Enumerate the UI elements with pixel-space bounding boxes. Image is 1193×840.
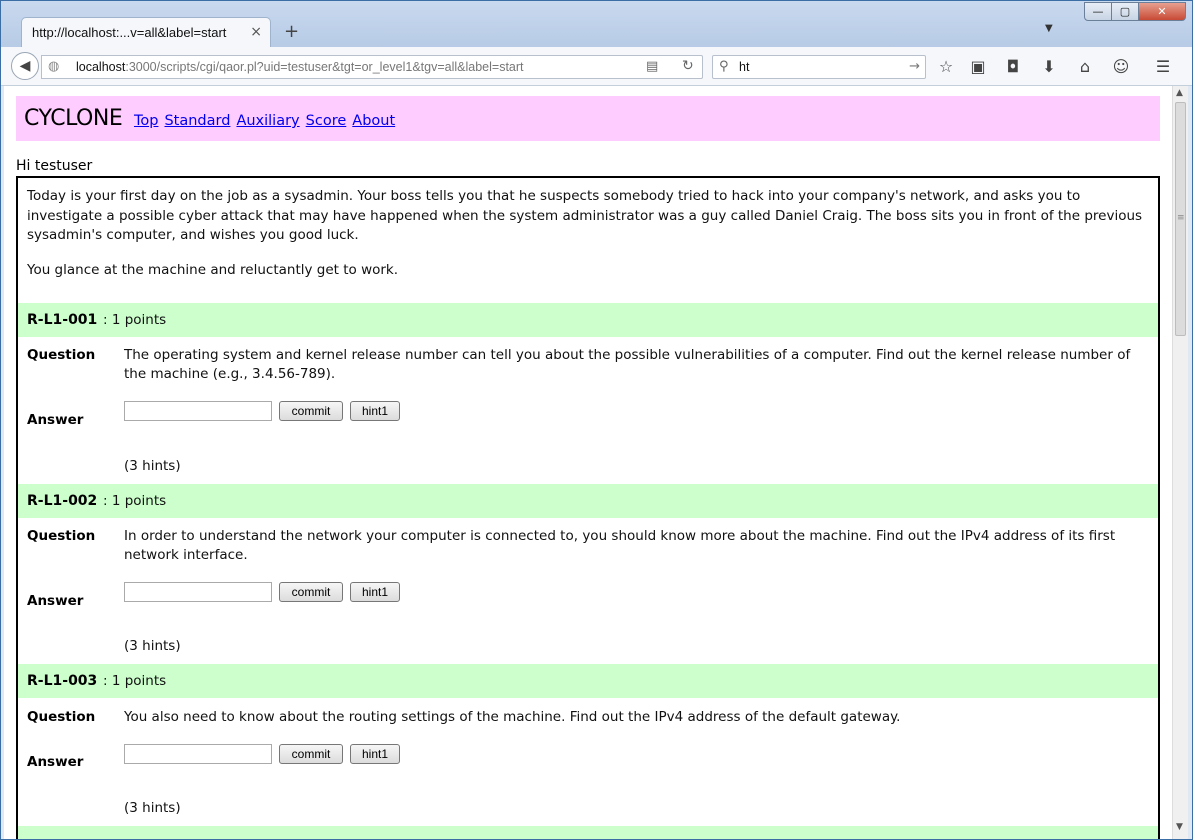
grip-icon: ≡ (1177, 213, 1185, 223)
close-tab-icon[interactable]: × (250, 24, 262, 40)
question-points: : 1 points (103, 312, 167, 328)
maximize-button[interactable]: ▢ (1111, 2, 1139, 21)
new-tab-icon[interactable]: + (284, 21, 299, 42)
hints-count: (3 hints) (124, 638, 181, 654)
url-bar[interactable]: ◍ localhost:3000/scripts/cgi/qaor.pl?uid… (41, 55, 703, 79)
question-id: R-L1-001 (27, 312, 98, 328)
vertical-scrollbar[interactable]: ▲ ≡ ▼ (1172, 86, 1188, 839)
hints-count: (3 hints) (124, 458, 181, 474)
page-content: CYCLONE Top Standard Auxiliary Score About H… (4, 86, 1172, 839)
site-nav: Top Standard Auxiliary Score About (134, 113, 401, 129)
hint-button[interactable]: hint1 (350, 744, 400, 764)
site-header: CYCLONE Top Standard Auxiliary Score About (16, 96, 1160, 141)
intro-text-2: You glance at the machine and reluctantl… (27, 262, 399, 278)
globe-icon: ◍ (48, 59, 60, 74)
search-bar[interactable]: ⚲ ht → (712, 55, 926, 79)
smiley-icon[interactable]: ☺ (1110, 57, 1132, 76)
question-header: R-L1-002 : 1 points (18, 484, 1158, 518)
download-icon[interactable]: ⬇ (1038, 57, 1060, 76)
hint-button[interactable]: hint1 (350, 401, 400, 421)
question-id: R-L1-002 (27, 493, 98, 509)
challenge-panel: Today is your first day on the job as a … (16, 176, 1160, 839)
answer-input[interactable] (124, 582, 272, 602)
nav-link-score[interactable]: Score (306, 113, 347, 129)
question-points: : 1 points (103, 493, 167, 509)
reader-icon[interactable]: ▤ (646, 59, 658, 74)
scrollbar-thumb[interactable]: ≡ (1175, 102, 1186, 336)
answer-input[interactable] (124, 401, 272, 421)
answer-input[interactable] (124, 744, 272, 764)
tab-title: http://localhost:...v=all&label=start (32, 25, 227, 40)
search-input[interactable]: ht (739, 60, 749, 74)
reload-icon[interactable]: ↻ (682, 58, 694, 74)
pocket-icon[interactable]: ◘ (1002, 57, 1024, 76)
answer-label: Answer (27, 593, 84, 609)
close-window-button[interactable]: ✕ (1138, 2, 1186, 21)
question-label: Question (27, 709, 96, 725)
question-points: : 1 points (103, 673, 167, 689)
navigation-toolbar: ◀ ◍ localhost:3000/scripts/cgi/qaor.pl?u… (1, 47, 1192, 86)
nav-link-auxiliary[interactable]: Auxiliary (236, 113, 299, 129)
commit-button[interactable]: commit (279, 582, 343, 602)
commit-button[interactable]: commit (279, 401, 343, 421)
tabs-dropdown-icon[interactable]: ▼ (1045, 23, 1053, 34)
site-brand: CYCLONE (24, 106, 123, 131)
reading-list-icon[interactable]: ▣ (967, 57, 989, 76)
back-arrow-icon: ◀ (19, 58, 31, 74)
question-header: R-L1-003 : 1 points (18, 664, 1158, 698)
nav-link-about[interactable]: About (352, 113, 395, 129)
back-button[interactable]: ◀ (11, 52, 39, 80)
url-text: localhost:3000/scripts/cgi/qaor.pl?uid=t… (76, 60, 524, 74)
answer-label: Answer (27, 754, 84, 770)
bookmark-star-icon[interactable]: ☆ (935, 57, 957, 76)
nav-link-top[interactable]: Top (134, 113, 158, 129)
question-text: In order to understand the network your … (124, 528, 1116, 563)
search-icon: ⚲ (719, 59, 729, 74)
greeting: Hi testuser (16, 158, 93, 174)
commit-button[interactable]: commit (279, 744, 343, 764)
title-bar: http://localhost:...v=all&label=start × … (1, 1, 1192, 48)
question-label: Question (27, 528, 96, 544)
search-go-icon[interactable]: → (909, 59, 920, 74)
question-header: R-L1-001 : 1 points (18, 303, 1158, 337)
hint-button[interactable]: hint1 (350, 582, 400, 602)
menu-icon[interactable]: ☰ (1152, 57, 1174, 76)
home-icon[interactable]: ⌂ (1074, 57, 1096, 76)
intro-text: Today is your first day on the job as a … (27, 188, 1143, 243)
question-label: Question (27, 347, 96, 363)
browser-tab[interactable]: http://localhost:...v=all&label=start × (21, 17, 271, 48)
scroll-down-icon[interactable]: ▼ (1176, 822, 1183, 832)
answer-label: Answer (27, 412, 84, 428)
browser-window: http://localhost:...v=all&label=start × … (0, 0, 1193, 840)
minimize-button[interactable]: — (1084, 2, 1112, 21)
scroll-up-icon[interactable]: ▲ (1176, 88, 1183, 98)
hints-count: (3 hints) (124, 800, 181, 816)
question-id: R-L1-003 (27, 673, 98, 689)
question-text: You also need to know about the routing … (124, 709, 901, 725)
question-header (18, 826, 1158, 839)
nav-link-standard[interactable]: Standard (164, 113, 230, 129)
question-text: The operating system and kernel release … (124, 347, 1131, 382)
